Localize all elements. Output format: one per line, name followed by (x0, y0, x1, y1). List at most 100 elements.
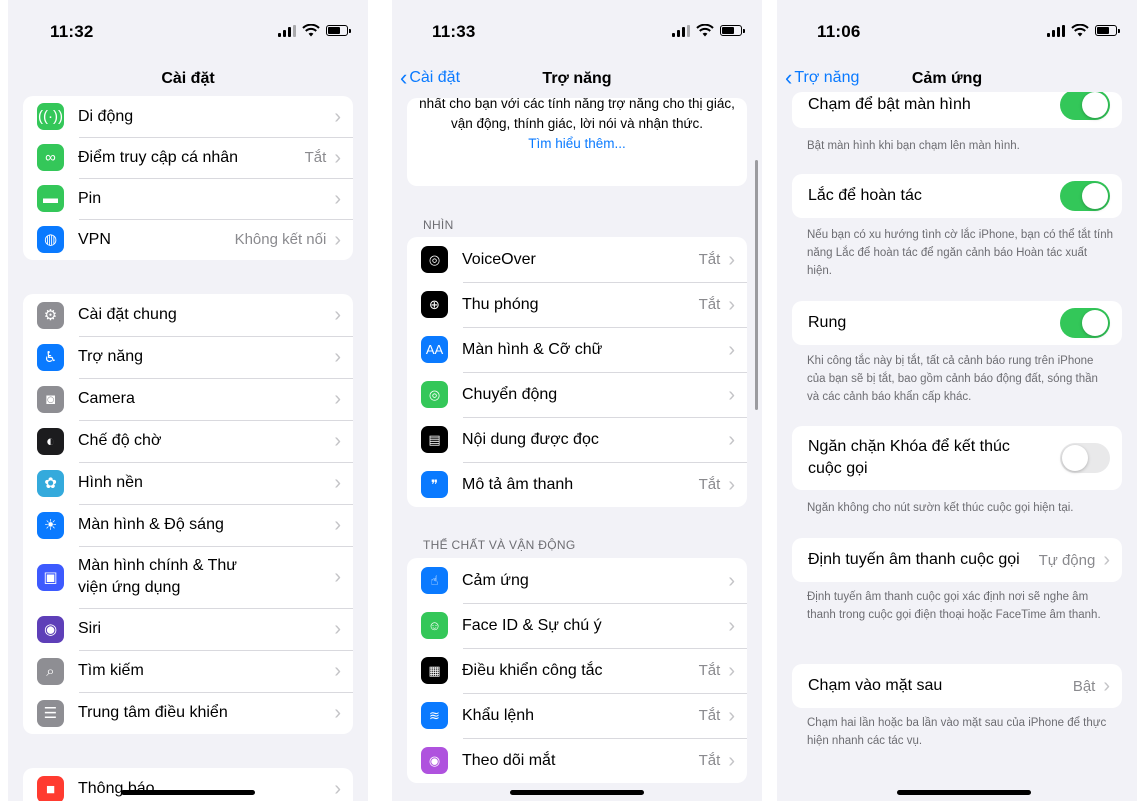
list-item-gear[interactable]: ⚙ Cài đặt chung › (23, 294, 353, 336)
list-item-face-id[interactable]: ☺ Face ID & Sự chú ý › (407, 603, 747, 648)
list-item-text-size[interactable]: AA Màn hình & Cỡ chữ › (407, 327, 747, 372)
status-bar: 11:06 (777, 0, 1137, 56)
chevron-right-icon: › (334, 618, 341, 640)
tap-to-wake-row: Chạm để bật màn hình (792, 92, 1122, 128)
vision-group: ◎ VoiceOver Tắt › ⊕ Thu phóng Tắt › AA Màn hình &… (407, 237, 747, 507)
page-title: Cảm ứng (911, 70, 983, 87)
battery-icon: ▬ (37, 185, 64, 212)
chevron-right-icon: › (334, 388, 341, 410)
battery-status-icon (720, 25, 745, 36)
audio-routing-group: Định tuyến âm thanh cuộc gọi Tự động › (792, 538, 1122, 582)
prevent-lock-description: Ngăn không cho nút sườn kết thúc cuộc gọ… (807, 502, 1074, 514)
list-item-label: Siri (78, 620, 102, 637)
text-size-icon: AA (421, 336, 448, 363)
chevron-right-icon: › (728, 749, 735, 772)
list-item-hotspot[interactable]: ∞ Điểm truy cập cá nhân Tắt › (23, 137, 353, 178)
signal-icon (672, 24, 690, 37)
chevron-right-icon: › (728, 293, 735, 316)
list-item-label: Nội dung được đọc (462, 430, 599, 448)
zoom-icon: ⊕ (421, 291, 448, 318)
chevron-right-icon: › (334, 105, 341, 128)
list-item-notification[interactable]: ■ Thông báo › (23, 768, 353, 801)
spoken-content-icon: ▤ (421, 426, 448, 453)
list-item-wallpaper[interactable]: ✿ Hình nền › (23, 462, 353, 504)
list-item-label: Chuyển động (462, 385, 558, 403)
list-item-value: Tắt (698, 707, 721, 724)
list-item-eye-tracking[interactable]: ◉ Theo dõi mắt Tắt › (407, 738, 747, 783)
list-item-label: Cảm ứng (462, 571, 529, 589)
status-bar: 11:32 (8, 0, 368, 56)
audio-routing-label: Định tuyến âm thanh cuộc gọi (808, 551, 1020, 568)
list-item-touch[interactable]: ☝ Cảm ứng › (407, 558, 747, 603)
globe-icon: ◍ (37, 226, 64, 253)
accessibility-screen: 11:33 ‹ Cài đặt Trợ năng nhất cho bạn vớ… (392, 0, 762, 801)
list-item-label: Chế độ chờ (78, 432, 162, 449)
list-item-value: Tắt (698, 251, 721, 268)
battery-status-icon (1095, 25, 1120, 36)
list-item-label: Mô tả âm thanh (462, 475, 574, 493)
shake-undo-group: Lắc để hoàn tác (792, 174, 1122, 218)
search-icon: ⌕ (37, 657, 64, 685)
shake-undo-toggle[interactable] (1060, 181, 1110, 211)
back-tap-group: Chạm vào mặt sau Bật › (792, 664, 1122, 708)
wifi-icon (696, 24, 714, 37)
chevron-right-icon: › (334, 228, 341, 251)
motion-icon: ◎ (421, 381, 448, 408)
list-item-switch-control[interactable]: ▦ Điều khiển công tắc Tắt › (407, 648, 747, 693)
chevron-right-icon: › (1103, 675, 1110, 697)
chevron-right-icon: › (334, 566, 341, 588)
vibration-toggle[interactable] (1060, 308, 1110, 338)
list-item-camera[interactable]: ◙ Camera › (23, 378, 353, 420)
face-id-icon: ☺ (421, 612, 448, 639)
home-indicator (121, 790, 255, 795)
chevron-right-icon: › (728, 473, 735, 496)
list-item-accessibility[interactable]: ♿ Trợ năng › (23, 336, 353, 378)
chevron-right-icon: › (334, 430, 341, 452)
learn-more-link[interactable]: Tìm hiểu thêm... (419, 134, 735, 154)
list-item-siri[interactable]: ◉ Siri › (23, 608, 353, 650)
prevent-lock-label: Ngăn chặn Khóa để kết thúc cuộc gọi (808, 438, 1010, 477)
gear-icon: ⚙ (37, 301, 64, 329)
notification-icon: ■ (37, 775, 64, 801)
chevron-right-icon: › (728, 383, 735, 406)
section-header-vision: NHÌN (423, 218, 454, 232)
list-item-label: Điểm truy cập cá nhân (78, 148, 239, 166)
intro-text: nhất cho bạn với các tính năng trợ năng … (419, 98, 735, 131)
list-item-voice-control[interactable]: ≋ Khẩu lệnh Tắt › (407, 693, 747, 738)
list-item-search[interactable]: ⌕ Tìm kiếm › (23, 650, 353, 692)
list-item-battery[interactable]: ▬ Pin › (23, 178, 353, 219)
list-item-globe[interactable]: ◍ VPN Không kết nối › (23, 219, 353, 260)
section-header-physical: THỂ CHẤT VÀ VẬN ĐỘNG (423, 538, 576, 552)
list-item-motion[interactable]: ◎ Chuyển động › (407, 372, 747, 417)
vibration-description: Khi công tắc này bị tắt, tất cả cảnh báo… (807, 355, 1098, 403)
list-item-control-center[interactable]: ☰ Trung tâm điều khiển › (23, 692, 353, 734)
touch-screen: 11:06 ‹ Trợ năng Cảm ứng Chạm để bật màn… (777, 0, 1137, 801)
prevent-lock-toggle[interactable] (1060, 443, 1110, 473)
list-item-zoom[interactable]: ⊕ Thu phóng Tắt › (407, 282, 747, 327)
tap-to-wake-toggle[interactable] (1060, 92, 1110, 120)
homescreen-icon: ▣ (37, 563, 64, 591)
list-item-standby[interactable]: ◐ Chế độ chờ › (23, 420, 353, 462)
audio-routing-row[interactable]: Định tuyến âm thanh cuộc gọi Tự động › (792, 538, 1122, 582)
list-item-voiceover[interactable]: ◎ VoiceOver Tắt › (407, 237, 747, 282)
list-item-label: Trợ năng (78, 348, 144, 365)
scrollbar[interactable] (755, 160, 758, 410)
antenna-icon: ((·)) (37, 103, 64, 130)
list-item-value: Tắt (304, 149, 327, 166)
notifications-group: ■ Thông báo › (23, 768, 353, 801)
list-item-audio-description[interactable]: ❞ Mô tả âm thanh Tắt › (407, 462, 747, 507)
chevron-right-icon: › (728, 659, 735, 682)
home-indicator (897, 790, 1031, 795)
back-tap-row[interactable]: Chạm vào mặt sau Bật › (792, 664, 1122, 708)
list-item-spoken-content[interactable]: ▤ Nội dung được đọc › (407, 417, 747, 462)
vibration-group: Rung (792, 301, 1122, 345)
chevron-right-icon: › (334, 472, 341, 494)
list-item-label: VPN (78, 230, 111, 248)
list-item-homescreen[interactable]: ▣ Màn hình chính & Thư viện ứng dụng › (23, 546, 353, 608)
list-item-antenna[interactable]: ((·)) Di động › (23, 96, 353, 137)
list-item-brightness[interactable]: ☀ Màn hình & Độ sáng › (23, 504, 353, 546)
page-title: Trợ năng (542, 70, 612, 87)
tap-to-wake-label: Chạm để bật màn hình (808, 96, 971, 113)
list-item-value: Tắt (698, 752, 721, 769)
nav-bar: Cài đặt (8, 58, 368, 100)
